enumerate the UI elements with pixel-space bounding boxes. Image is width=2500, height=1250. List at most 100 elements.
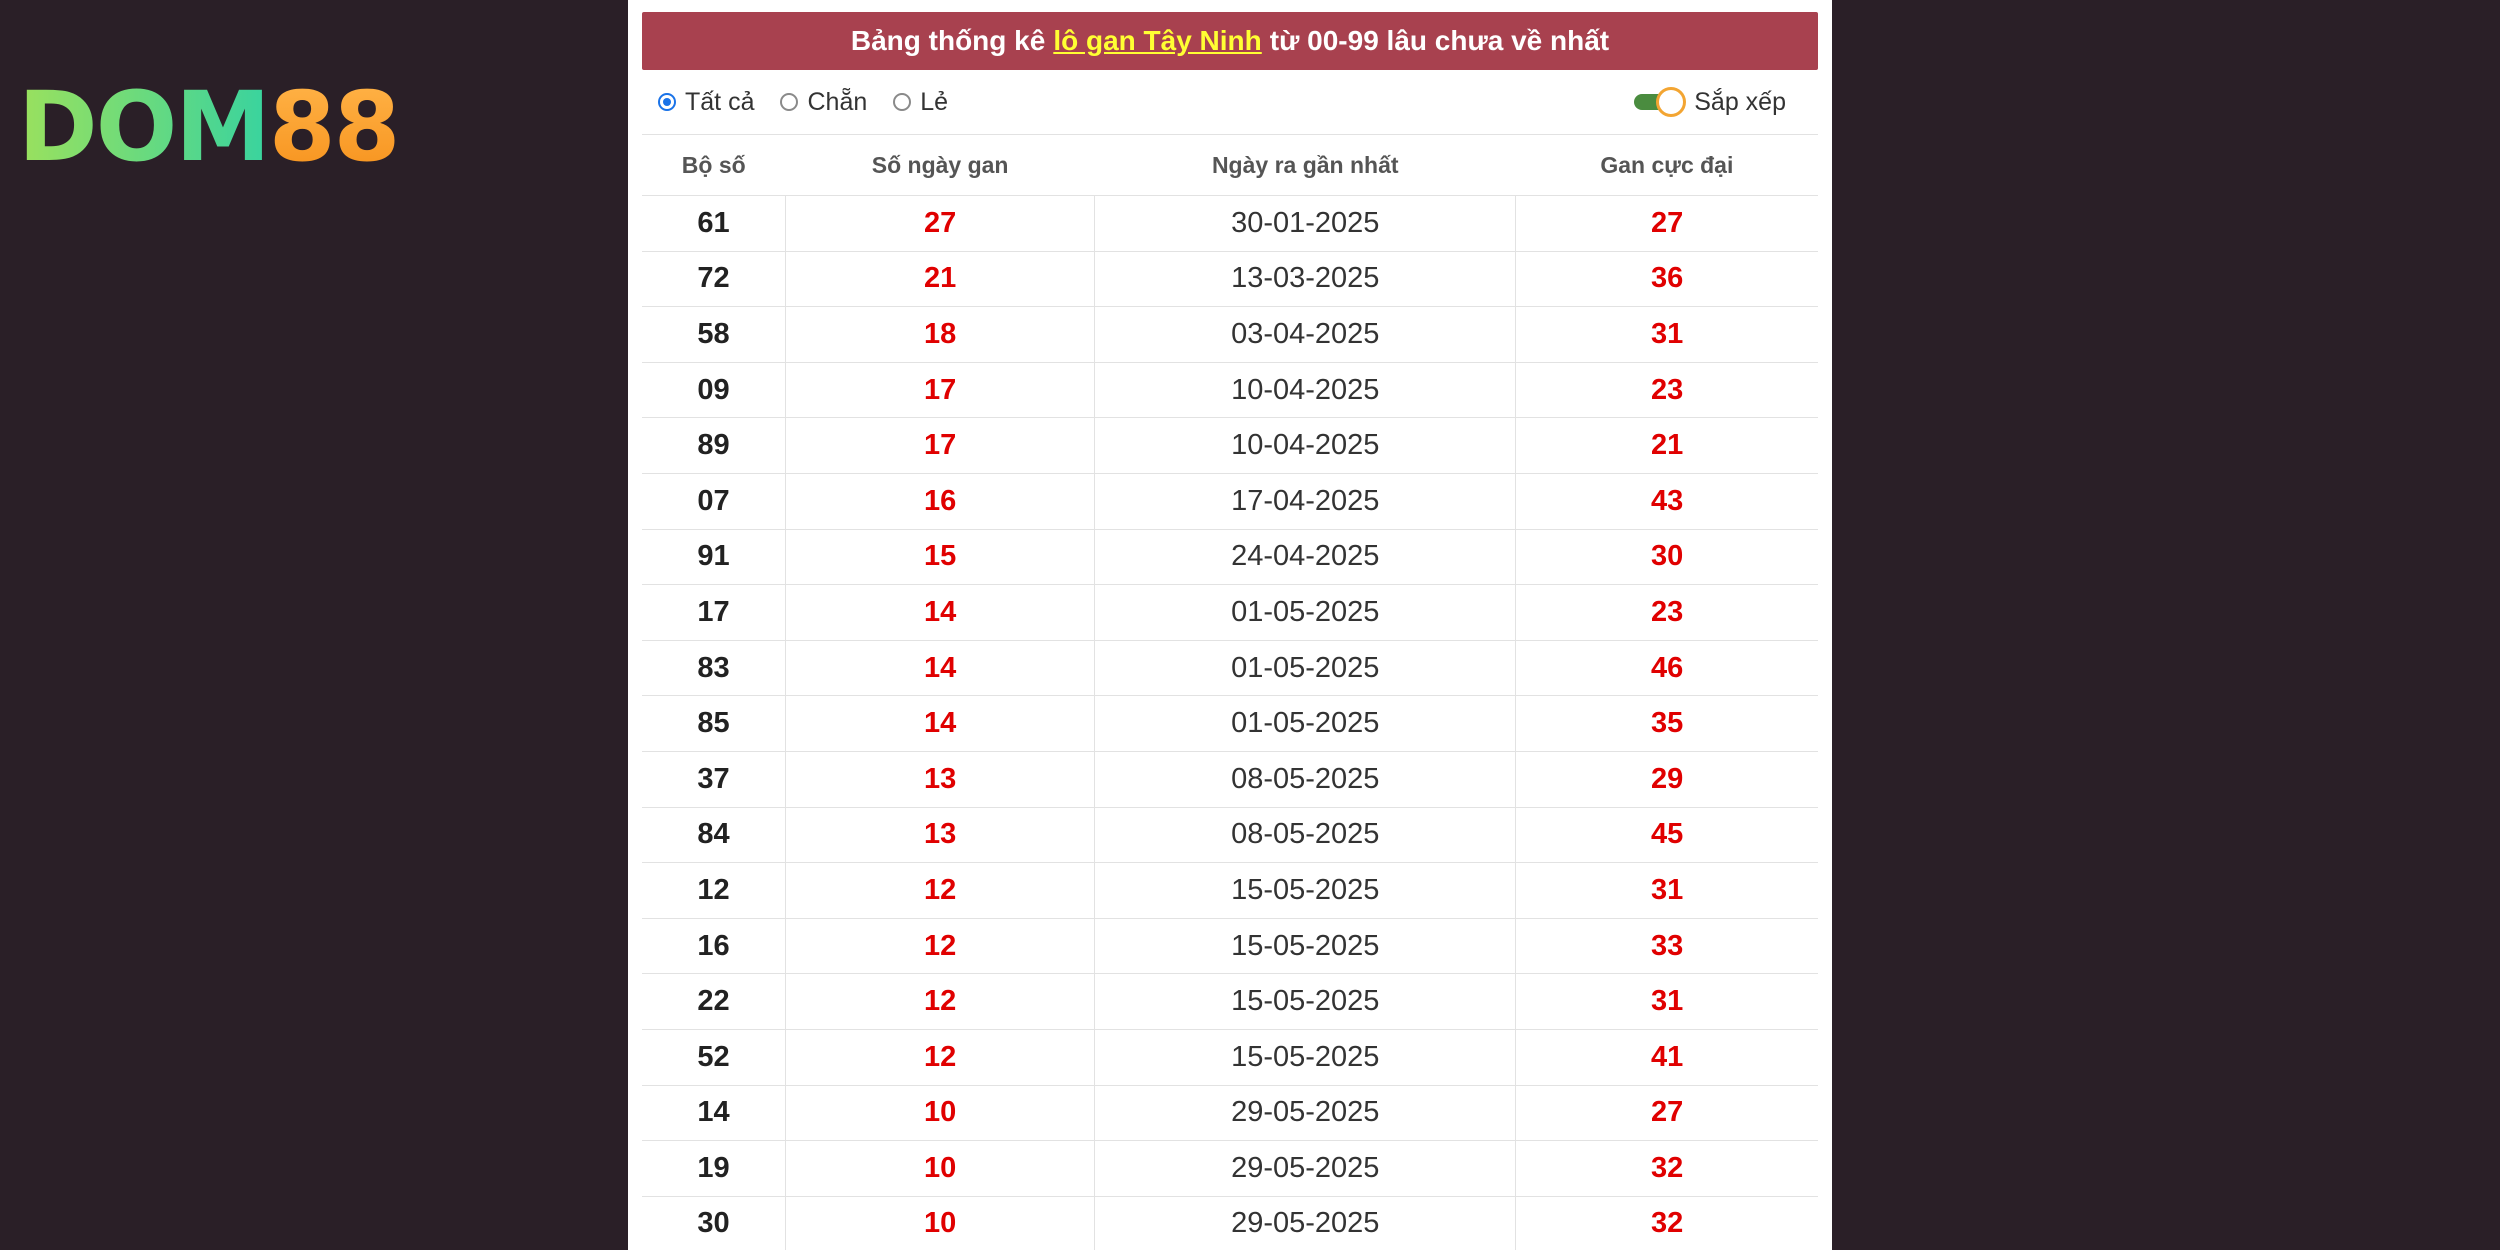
cell-gan-cuc-dai: 31	[1515, 306, 1818, 363]
table-row: 52 12 15-05-2025 41	[642, 1029, 1818, 1086]
cell-bo-so: 19	[642, 1140, 786, 1197]
table-row: 14 10 29-05-2025 27	[642, 1085, 1818, 1142]
title-highlight-link[interactable]: lô gan Tây Ninh	[1053, 25, 1261, 57]
cell-ngay-ra: 24-04-2025	[1094, 529, 1516, 586]
table-row: 12 12 15-05-2025 31	[642, 862, 1818, 919]
lo-gan-table: Bộ số Số ngày gan Ngày ra gần nhất Gan c…	[642, 135, 1818, 1250]
table-body: 61 27 30-01-2025 27 72 21 13-03-2025 36 58 18 03-0…	[642, 195, 1818, 1250]
cell-ngay-ra: 15-05-2025	[1094, 918, 1516, 975]
cell-bo-so: 58	[642, 306, 786, 363]
cell-gan-cuc-dai: 31	[1515, 862, 1818, 919]
radio-even[interactable]: Chẵn	[780, 88, 867, 117]
cell-bo-so: 61	[642, 195, 786, 252]
sort-label: Sắp xếp	[1694, 87, 1786, 116]
radio-all-indicator[interactable]	[658, 93, 676, 111]
cell-bo-so: 30	[642, 1196, 786, 1250]
cell-bo-so: 52	[642, 1029, 786, 1086]
cell-gan-cuc-dai: 27	[1515, 1085, 1818, 1142]
sort-switch-knob[interactable]	[1656, 87, 1687, 117]
cell-ngay-ra: 15-05-2025	[1094, 973, 1516, 1030]
header-bo-so: Bộ số	[642, 135, 786, 196]
sort-toggle[interactable]: Sắp xếp	[1634, 87, 1786, 117]
logo-text-88: 88	[268, 71, 401, 183]
cell-ngay-ra: 29-05-2025	[1094, 1085, 1516, 1142]
cell-so-ngay-gan: 10	[784, 1140, 1095, 1197]
table-row: 89 17 10-04-2025 21	[642, 417, 1818, 474]
cell-gan-cuc-dai: 23	[1515, 584, 1818, 641]
cell-ngay-ra: 01-05-2025	[1094, 640, 1516, 697]
cell-gan-cuc-dai: 23	[1515, 362, 1818, 419]
filter-bar: Tất cả Chẵn Lẻ Sắp xếp	[642, 70, 1818, 135]
radio-odd[interactable]: Lẻ	[893, 88, 948, 117]
header-gan-cuc-dai: Gan cực đại	[1515, 135, 1818, 196]
dom88-logo: DOM 88	[18, 72, 448, 182]
cell-ngay-ra: 17-04-2025	[1094, 473, 1516, 530]
cell-gan-cuc-dai: 35	[1515, 695, 1818, 752]
cell-so-ngay-gan: 12	[784, 862, 1095, 919]
header-ngay-ra-gan-nhat: Ngày ra gần nhất	[1094, 135, 1516, 196]
cell-bo-so: 22	[642, 973, 786, 1030]
table-row: 07 16 17-04-2025 43	[642, 473, 1818, 530]
cell-so-ngay-gan: 14	[784, 695, 1095, 752]
cell-gan-cuc-dai: 45	[1515, 807, 1818, 864]
cell-so-ngay-gan: 12	[784, 1029, 1095, 1086]
cell-gan-cuc-dai: 43	[1515, 473, 1818, 530]
cell-bo-so: 89	[642, 417, 786, 474]
cell-so-ngay-gan: 27	[784, 195, 1095, 252]
cell-gan-cuc-dai: 33	[1515, 918, 1818, 975]
table-row: 72 21 13-03-2025 36	[642, 251, 1818, 308]
cell-gan-cuc-dai: 36	[1515, 251, 1818, 308]
cell-so-ngay-gan: 16	[784, 473, 1095, 530]
cell-so-ngay-gan: 17	[784, 417, 1095, 474]
radio-all-label: Tất cả	[685, 87, 755, 116]
cell-ngay-ra: 10-04-2025	[1094, 362, 1516, 419]
cell-ngay-ra: 10-04-2025	[1094, 417, 1516, 474]
table-row: 37 13 08-05-2025 29	[642, 751, 1818, 808]
radio-all[interactable]: Tất cả	[658, 88, 754, 117]
table-row: 17 14 01-05-2025 23	[642, 584, 1818, 641]
table-row: 83 14 01-05-2025 46	[642, 640, 1818, 697]
cell-bo-so: 91	[642, 529, 786, 586]
cell-bo-so: 14	[642, 1085, 786, 1142]
cell-so-ngay-gan: 12	[784, 918, 1095, 975]
cell-so-ngay-gan: 14	[784, 640, 1095, 697]
logo-text-dom: DOM	[18, 71, 271, 183]
cell-bo-so: 17	[642, 584, 786, 641]
cell-ngay-ra: 15-05-2025	[1094, 1029, 1516, 1086]
radio-even-indicator[interactable]	[780, 93, 799, 111]
table-row: 09 17 10-04-2025 23	[642, 362, 1818, 419]
table-row: 30 10 29-05-2025 32	[642, 1196, 1818, 1250]
cell-ngay-ra: 08-05-2025	[1094, 807, 1516, 864]
radio-odd-indicator[interactable]	[893, 93, 912, 111]
table-row: 84 13 08-05-2025 45	[642, 807, 1818, 864]
cell-so-ngay-gan: 13	[784, 751, 1095, 808]
cell-ngay-ra: 01-05-2025	[1094, 695, 1516, 752]
cell-bo-so: 37	[642, 751, 786, 808]
cell-bo-so: 09	[642, 362, 786, 419]
cell-gan-cuc-dai: 29	[1515, 751, 1818, 808]
cell-gan-cuc-dai: 27	[1515, 195, 1818, 252]
sort-switch[interactable]	[1634, 87, 1687, 117]
cell-gan-cuc-dai: 41	[1515, 1029, 1818, 1086]
cell-bo-so: 12	[642, 862, 786, 919]
table-row: 58 18 03-04-2025 31	[642, 306, 1818, 363]
table-row: 85 14 01-05-2025 35	[642, 695, 1818, 752]
cell-ngay-ra: 30-01-2025	[1094, 195, 1516, 252]
cell-gan-cuc-dai: 32	[1515, 1140, 1818, 1197]
table-row: 91 15 24-04-2025 30	[642, 529, 1818, 586]
cell-bo-so: 16	[642, 918, 786, 975]
cell-so-ngay-gan: 18	[784, 306, 1095, 363]
title-suffix: từ 00-99 lâu chưa về nhất	[1269, 25, 1610, 56]
cell-gan-cuc-dai: 30	[1515, 529, 1818, 586]
table-row: 19 10 29-05-2025 32	[642, 1140, 1818, 1197]
cell-ngay-ra: 08-05-2025	[1094, 751, 1516, 808]
cell-ngay-ra: 03-04-2025	[1094, 306, 1516, 363]
radio-odd-label: Lẻ	[920, 87, 949, 116]
table-title: Bảng thống kê lô gan Tây Ninh từ 00-99 l…	[642, 12, 1818, 70]
cell-so-ngay-gan: 15	[784, 529, 1095, 586]
title-prefix: Bảng thống kê	[850, 25, 1046, 56]
cell-gan-cuc-dai: 21	[1515, 417, 1818, 474]
statistics-panel: Bảng thống kê lô gan Tây Ninh từ 00-99 l…	[628, 0, 1832, 1250]
cell-so-ngay-gan: 10	[784, 1085, 1095, 1142]
cell-so-ngay-gan: 12	[784, 973, 1095, 1030]
